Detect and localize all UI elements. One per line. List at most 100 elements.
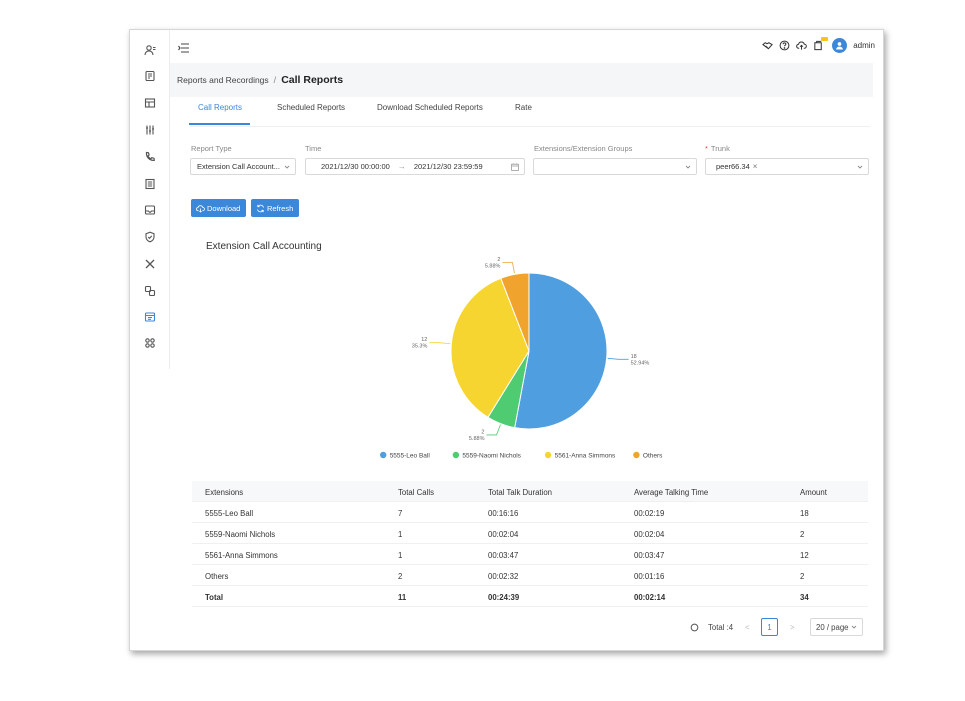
table-cell: Others bbox=[205, 572, 229, 581]
slice-leader-line bbox=[486, 424, 501, 436]
table-row[interactable]: 5555-Leo Ball 7 00:16:16 00:02:19 18 bbox=[192, 502, 868, 523]
table-cell: 5559-Naomi Nichols bbox=[205, 530, 276, 539]
report-type-select[interactable]: Extension Call Account... bbox=[190, 158, 296, 175]
username[interactable]: admin bbox=[853, 41, 875, 50]
legend-marker[interactable] bbox=[452, 451, 460, 459]
tab-rate[interactable]: Rate bbox=[515, 103, 532, 125]
legend-marker[interactable] bbox=[544, 451, 552, 459]
shield-icon[interactable] bbox=[144, 231, 156, 243]
table-total-row: Total 11 00:24:39 00:02:14 34 bbox=[192, 586, 868, 607]
legend-marker[interactable] bbox=[380, 451, 387, 459]
pbx-icon[interactable] bbox=[144, 70, 156, 82]
chevron-down-icon bbox=[857, 164, 863, 170]
next-page-button[interactable]: > bbox=[790, 618, 795, 636]
required-marker: * bbox=[705, 144, 708, 153]
time-label: Time bbox=[305, 144, 322, 153]
breadcrumb-parent[interactable]: Reports and Recordings bbox=[177, 75, 269, 85]
refresh-label: Refresh bbox=[267, 203, 294, 213]
column-header: Total Talk Duration bbox=[488, 488, 552, 497]
avatar[interactable] bbox=[832, 38, 848, 53]
top-bar: admin bbox=[170, 30, 883, 62]
tab-scheduled-reports[interactable]: Scheduled Reports bbox=[277, 103, 345, 125]
column-header: Total Calls bbox=[398, 488, 434, 497]
time-range-picker[interactable]: 2021/12/30 00:00:00 → 2021/12/30 23:59:5… bbox=[305, 158, 525, 175]
apps-icon[interactable] bbox=[144, 337, 156, 349]
slice-value-label: 2 bbox=[497, 257, 500, 263]
app-window: admin Reports and Recordings / Call Repo… bbox=[129, 29, 884, 651]
slice-value-label: 2 bbox=[481, 429, 484, 435]
tab-download-scheduled-reports[interactable]: Download Scheduled Reports bbox=[377, 103, 483, 125]
report-type-value: Extension Call Account... bbox=[197, 162, 280, 171]
prev-page-button[interactable]: < bbox=[745, 618, 750, 636]
table-icon[interactable] bbox=[144, 97, 156, 109]
table-cell: 00:03:47 bbox=[634, 551, 665, 560]
table-cell: 11 bbox=[398, 593, 407, 602]
legend-label[interactable]: 5555-Leo Ball bbox=[390, 452, 431, 459]
trunk-label-text: Trunk bbox=[710, 144, 730, 153]
trunk-label: * Trunk bbox=[705, 144, 730, 153]
refresh-button[interactable]: Refresh bbox=[251, 199, 299, 217]
reports-icon[interactable] bbox=[144, 311, 156, 323]
chevron-down-icon bbox=[284, 164, 290, 170]
legend-marker[interactable] bbox=[633, 451, 640, 459]
tools-icon[interactable] bbox=[144, 258, 156, 270]
breadcrumb: Reports and Recordings / Call Reports bbox=[170, 63, 873, 97]
total-count: Total :4 bbox=[708, 622, 734, 632]
link-icon[interactable] bbox=[144, 285, 156, 297]
notification-icon[interactable] bbox=[813, 37, 829, 51]
table-row[interactable]: 5559-Naomi Nichols 1 00:02:04 00:02:04 2 bbox=[192, 523, 868, 544]
table-cell: 00:24:39 bbox=[488, 593, 520, 602]
legend-label[interactable]: 5561-Anna Simmons bbox=[555, 452, 616, 459]
legend-label[interactable]: Others bbox=[643, 452, 663, 459]
table-cell: 5561-Anna Simmons bbox=[205, 551, 278, 560]
sidebar bbox=[130, 30, 170, 369]
table-header: Extensions Total Calls Total Talk Durati… bbox=[192, 481, 868, 502]
help-icon[interactable] bbox=[779, 40, 790, 51]
download-button[interactable]: Download bbox=[191, 199, 246, 217]
slice-leader-line bbox=[429, 342, 451, 345]
phone-icon[interactable] bbox=[144, 151, 156, 163]
table-cell: 2 bbox=[800, 530, 805, 539]
page-size-select[interactable]: 20 / page bbox=[810, 618, 863, 636]
table-cell: 12 bbox=[800, 551, 809, 560]
table-cell: 34 bbox=[800, 593, 809, 602]
slice-leader-line bbox=[502, 262, 515, 274]
table-cell: 5555-Leo Ball bbox=[205, 509, 254, 518]
top-icons: admin bbox=[762, 37, 875, 53]
legend-label[interactable]: 5559-Naomi Nichols bbox=[462, 452, 521, 459]
users-icon[interactable] bbox=[144, 44, 156, 56]
table-row[interactable]: 5561-Anna Simmons 1 00:03:47 00:03:47 12 bbox=[192, 544, 868, 565]
time-end[interactable]: 2021/12/30 23:59:59 bbox=[414, 162, 483, 171]
slice-value-label: 18 bbox=[631, 354, 637, 360]
slice-percent-label: 35.3% bbox=[412, 344, 428, 350]
slice-percent-label: 5.88% bbox=[485, 264, 501, 270]
inbox-icon[interactable] bbox=[144, 204, 156, 216]
page-1-button[interactable]: 1 bbox=[761, 618, 778, 636]
column-header: Average Talking Time bbox=[634, 488, 709, 497]
cloud-upload-icon[interactable] bbox=[796, 40, 808, 51]
extension-groups-select[interactable] bbox=[533, 158, 697, 175]
menu-toggle-icon[interactable] bbox=[178, 40, 190, 53]
table-cell: 00:02:04 bbox=[488, 530, 519, 539]
slice-leader-line bbox=[607, 357, 629, 360]
table-cell: 1 bbox=[398, 551, 403, 560]
document-icon[interactable] bbox=[144, 178, 156, 190]
pie-chart: 1852.94%25.88%1235.3%25.88%5555-Leo Ball… bbox=[380, 257, 663, 459]
chevron-down-icon bbox=[685, 164, 691, 170]
page-size-value: 20 / page bbox=[816, 622, 849, 632]
breadcrumb-separator: / bbox=[273, 75, 277, 85]
time-start[interactable]: 2021/12/30 00:00:00 bbox=[321, 162, 390, 171]
tag-remove-icon[interactable]: × bbox=[753, 162, 758, 171]
extension-groups-label: Extensions/Extension Groups bbox=[534, 144, 633, 153]
table-cell: 00:02:19 bbox=[634, 509, 665, 518]
time-range-arrow: → bbox=[397, 162, 406, 171]
table-cell: 00:03:47 bbox=[488, 551, 519, 560]
trunk-select[interactable]: peer66.34 × bbox=[705, 158, 869, 175]
handshake-icon[interactable] bbox=[762, 40, 774, 51]
table-cell: 00:02:14 bbox=[634, 593, 666, 602]
table-row[interactable]: Others 2 00:02:32 00:01:16 2 bbox=[192, 565, 868, 586]
tab-call-reports[interactable]: Call Reports bbox=[189, 103, 250, 125]
chart-card: Extension Call Accounting 18 52.94% 2 5.88%… bbox=[192, 230, 870, 478]
column-header: Amount bbox=[800, 488, 827, 497]
sliders-icon[interactable] bbox=[144, 124, 156, 136]
